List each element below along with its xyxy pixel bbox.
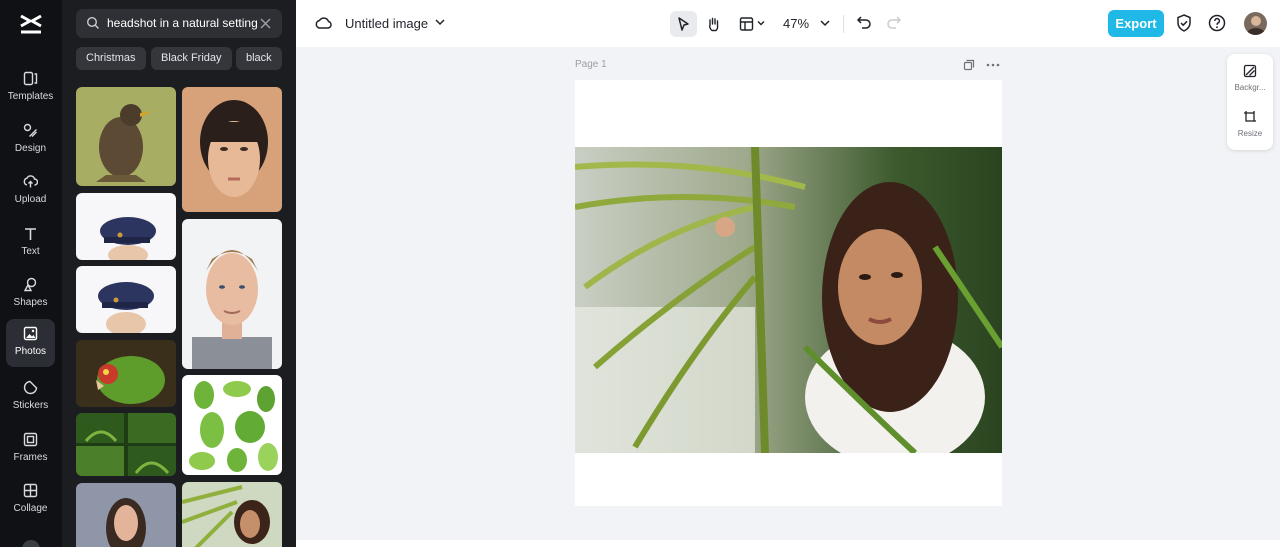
- rail-frames[interactable]: Frames: [6, 425, 55, 473]
- photos-icon: [23, 326, 38, 341]
- help-icon[interactable]: [1207, 13, 1227, 33]
- cloud-sync-icon[interactable]: [315, 15, 332, 30]
- rail-collage[interactable]: Collage: [6, 476, 55, 524]
- rail-label: Design: [14, 143, 47, 154]
- resize-label: Resize: [1237, 129, 1263, 138]
- upload-icon: [23, 175, 38, 188]
- photo-thumbnail-woman-portrait[interactable]: [76, 483, 176, 547]
- stickers-icon: [23, 380, 38, 395]
- photo-thumbnail-parrot[interactable]: [76, 340, 176, 407]
- page-tools-panel: Backgr... Resize: [1227, 54, 1273, 150]
- collage-icon: [23, 483, 38, 498]
- avatar[interactable]: [1244, 12, 1267, 35]
- rail-label: Frames: [13, 452, 48, 463]
- layout-icon: [739, 17, 754, 31]
- resize-icon: [1244, 111, 1256, 122]
- page-label: Page 1: [575, 59, 607, 70]
- top-bar: Untitled image 47% Export: [296, 0, 1280, 47]
- photo-thumbnail-leaves[interactable]: [182, 375, 282, 475]
- background-button[interactable]: Backgr...: [1227, 60, 1273, 104]
- photo-thumbnail-bird[interactable]: [76, 87, 176, 186]
- search-value[interactable]: headshot in a natural setting: [107, 16, 263, 30]
- more-apps-icon[interactable]: [22, 540, 40, 547]
- layout-tool-button[interactable]: [733, 11, 769, 37]
- photos-panel: headshot in a natural setting Christmas …: [62, 0, 296, 547]
- bottom-bar: [296, 540, 1280, 547]
- frames-icon: [23, 432, 38, 447]
- cursor-icon: [678, 17, 689, 31]
- hand-icon: [709, 17, 719, 32]
- zoom-level[interactable]: 47%: [783, 16, 809, 31]
- photo-thumbnail-hat-woman[interactable]: [76, 193, 176, 260]
- photo-thumbnail-hat-woman-2[interactable]: [76, 266, 176, 333]
- shield-check-icon[interactable]: [1174, 13, 1194, 33]
- rail-label: Upload: [14, 194, 47, 205]
- background-icon: [1243, 64, 1257, 78]
- rail-design[interactable]: Design: [6, 116, 55, 164]
- rail-photos[interactable]: Photos: [6, 319, 55, 367]
- photo-thumbnail-forest[interactable]: [76, 413, 176, 476]
- search-input[interactable]: headshot in a natural setting: [76, 9, 282, 38]
- templates-icon: [23, 71, 38, 86]
- resize-button[interactable]: Resize: [1227, 106, 1273, 150]
- left-rail: Templates Design Upload Text Shapes Phot…: [0, 0, 62, 547]
- rail-shapes[interactable]: Shapes: [6, 270, 55, 318]
- text-icon: [25, 228, 36, 240]
- rail-text[interactable]: Text: [6, 219, 55, 267]
- photo-thumbnail-palm-woman[interactable]: [182, 482, 282, 547]
- rail-label: Templates: [7, 91, 54, 102]
- photo-thumbnail-woman-bangs[interactable]: [182, 87, 282, 212]
- divider: [843, 15, 844, 33]
- select-tool-button[interactable]: [670, 11, 697, 37]
- shapes-icon: [23, 277, 37, 292]
- rail-label: Shapes: [13, 297, 48, 308]
- rail-label: Collage: [13, 503, 48, 514]
- photo-thumbnail-man-portrait[interactable]: [182, 219, 282, 369]
- export-button[interactable]: Export: [1108, 10, 1164, 37]
- rail-templates[interactable]: Templates: [6, 64, 55, 112]
- chevron-down-icon[interactable]: [435, 18, 445, 26]
- chip-black-friday[interactable]: Black Friday: [151, 47, 232, 70]
- rail-stickers[interactable]: Stickers: [6, 373, 55, 421]
- rail-label: Photos: [14, 346, 47, 357]
- chip-black[interactable]: black: [236, 47, 282, 70]
- clear-search-icon[interactable]: [259, 17, 272, 30]
- more-options-icon[interactable]: [986, 63, 1000, 67]
- background-label: Backgr...: [1234, 83, 1266, 92]
- rail-label: Text: [21, 246, 40, 257]
- capcut-logo-icon[interactable]: [18, 12, 44, 36]
- suggestion-chips: Christmas Black Friday black: [76, 47, 296, 70]
- chip-christmas[interactable]: Christmas: [76, 47, 146, 70]
- undo-icon[interactable]: [856, 14, 872, 30]
- canvas-photo[interactable]: [575, 147, 1002, 453]
- hand-tool-button[interactable]: [700, 11, 727, 37]
- rail-upload[interactable]: Upload: [6, 167, 55, 215]
- redo-icon[interactable]: [886, 14, 902, 30]
- document-title[interactable]: Untitled image: [345, 16, 428, 31]
- rail-label: Stickers: [12, 400, 49, 411]
- search-icon: [86, 16, 99, 29]
- chevron-down-icon: [757, 21, 765, 26]
- chevron-down-icon[interactable]: [820, 19, 830, 27]
- duplicate-page-icon[interactable]: [963, 59, 975, 71]
- design-icon: [23, 123, 37, 137]
